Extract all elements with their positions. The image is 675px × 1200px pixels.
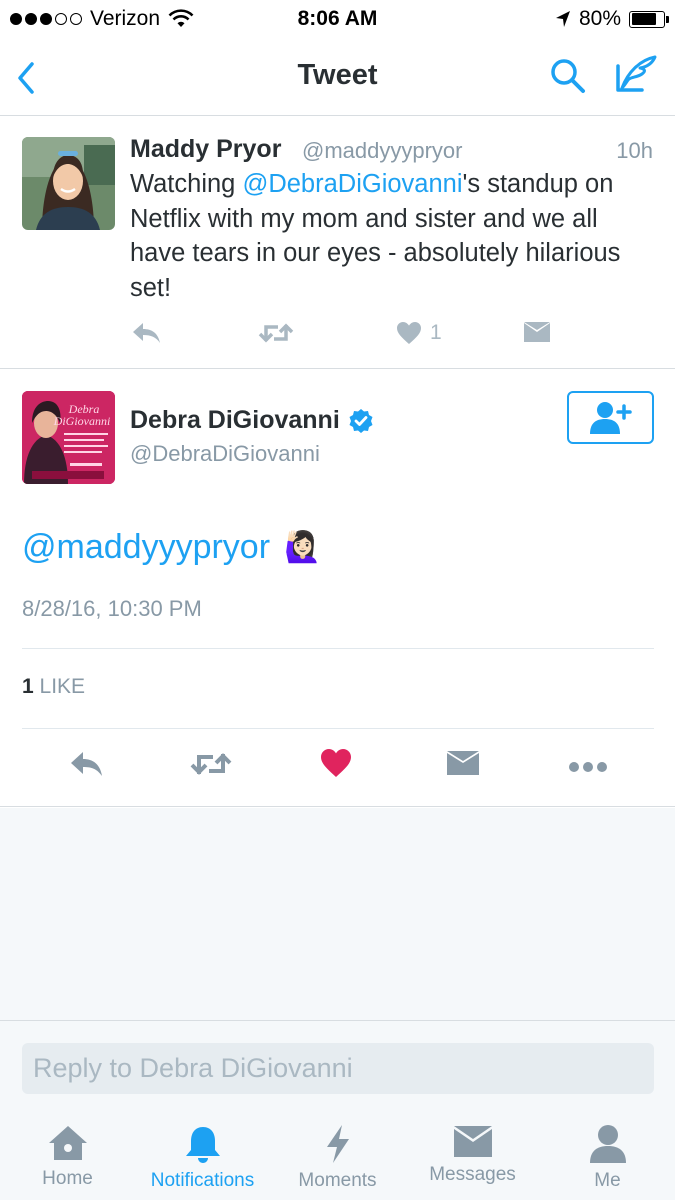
like-button[interactable]: 1 bbox=[396, 321, 442, 345]
reply-button[interactable] bbox=[130, 321, 162, 345]
mention-link[interactable]: @DebraDiGiovanni bbox=[242, 170, 462, 198]
tab-home[interactable]: Home bbox=[0, 1124, 135, 1190]
author-name[interactable]: Maddy Pryor bbox=[130, 135, 281, 164]
search-icon[interactable] bbox=[548, 56, 588, 96]
envelope-icon bbox=[453, 1126, 492, 1157]
reply-input[interactable] bbox=[22, 1043, 654, 1094]
envelope-icon bbox=[524, 322, 550, 342]
tweet-timestamp: 10h bbox=[616, 138, 653, 163]
tab-label: Me bbox=[594, 1170, 621, 1191]
retweet-icon bbox=[258, 323, 294, 343]
likes-label: LIKE bbox=[39, 675, 86, 698]
tab-label: Messages bbox=[429, 1164, 516, 1185]
tweet-text-start: Watching bbox=[130, 170, 243, 198]
likes-summary[interactable]: 1 LIKE bbox=[22, 675, 85, 699]
follow-button[interactable] bbox=[567, 391, 654, 444]
direct-message-button[interactable] bbox=[446, 750, 480, 781]
tweet-actions: 1 bbox=[130, 321, 560, 351]
author-name-text: Debra DiGiovanni bbox=[130, 406, 340, 434]
status-right: 80% bbox=[555, 7, 669, 31]
raising-hand-emoji: 🙋🏻‍♀️ bbox=[284, 530, 322, 565]
empty-area bbox=[0, 808, 675, 1020]
verified-badge-icon bbox=[349, 408, 373, 433]
svg-text:DiGiovanni: DiGiovanni bbox=[53, 414, 111, 428]
avatar[interactable] bbox=[22, 137, 115, 230]
location-arrow-icon bbox=[555, 11, 570, 27]
heart-icon bbox=[321, 749, 351, 777]
divider bbox=[22, 648, 654, 649]
compose-icon[interactable] bbox=[612, 54, 658, 96]
tweet-text: @maddyyypryor 🙋🏻‍♀️ bbox=[22, 528, 321, 567]
tab-me[interactable]: Me bbox=[540, 1124, 675, 1192]
divider bbox=[22, 728, 654, 729]
tab-label: Home bbox=[42, 1168, 93, 1189]
tab-label: Notifications bbox=[150, 1170, 255, 1191]
retweet-button[interactable] bbox=[190, 750, 232, 783]
tweet-date: 8/28/16, 10:30 PM bbox=[22, 596, 202, 621]
author-handle[interactable]: @DebraDiGiovanni bbox=[130, 441, 320, 467]
heart-icon bbox=[397, 322, 421, 344]
like-count: 1 bbox=[430, 321, 442, 344]
status-bar: Verizon 8:06 AM 80% bbox=[0, 0, 675, 38]
retweet-icon bbox=[190, 753, 232, 775]
direct-message-button[interactable] bbox=[523, 321, 551, 343]
battery-percent: 80% bbox=[578, 7, 621, 30]
main-tweet: Debra DiGiovanni Debra DiGiovanni @Debra… bbox=[0, 370, 675, 807]
like-button[interactable] bbox=[320, 748, 352, 783]
tab-notifications[interactable]: Notifications bbox=[135, 1124, 270, 1192]
author-name[interactable]: Debra DiGiovanni bbox=[130, 406, 374, 435]
tab-messages[interactable]: Messages bbox=[405, 1124, 540, 1186]
retweet-button[interactable] bbox=[258, 321, 294, 345]
battery-icon bbox=[629, 10, 669, 28]
person-icon bbox=[589, 1125, 626, 1163]
add-user-icon bbox=[589, 401, 632, 434]
home-icon bbox=[48, 1126, 87, 1160]
envelope-icon bbox=[447, 751, 479, 775]
tweet-actions bbox=[0, 746, 675, 786]
tab-label: Moments bbox=[298, 1170, 377, 1191]
reply-button[interactable] bbox=[68, 750, 104, 783]
mention-link[interactable]: @maddyyypryor bbox=[22, 528, 270, 567]
likes-count: 1 bbox=[22, 675, 34, 698]
more-icon bbox=[569, 762, 607, 772]
bell-icon bbox=[185, 1127, 220, 1163]
tab-moments[interactable]: Moments bbox=[270, 1124, 405, 1192]
tweet-text: Watching @DebraDiGiovanni's standup on N… bbox=[130, 167, 660, 305]
more-options-button[interactable] bbox=[568, 760, 608, 778]
lightning-icon bbox=[326, 1125, 349, 1163]
avatar[interactable]: Debra DiGiovanni bbox=[22, 391, 115, 484]
reply-icon bbox=[133, 323, 160, 343]
reply-bar bbox=[0, 1020, 675, 1112]
author-handle[interactable]: @maddyyypryor bbox=[302, 138, 463, 164]
reply-icon bbox=[71, 752, 102, 776]
nav-bar: Tweet bbox=[0, 38, 675, 116]
tab-bar: Home Notifications Moments Messages Me bbox=[0, 1112, 675, 1200]
parent-tweet[interactable]: Maddy Pryor @maddyyypryor 10h Watching @… bbox=[0, 117, 675, 369]
